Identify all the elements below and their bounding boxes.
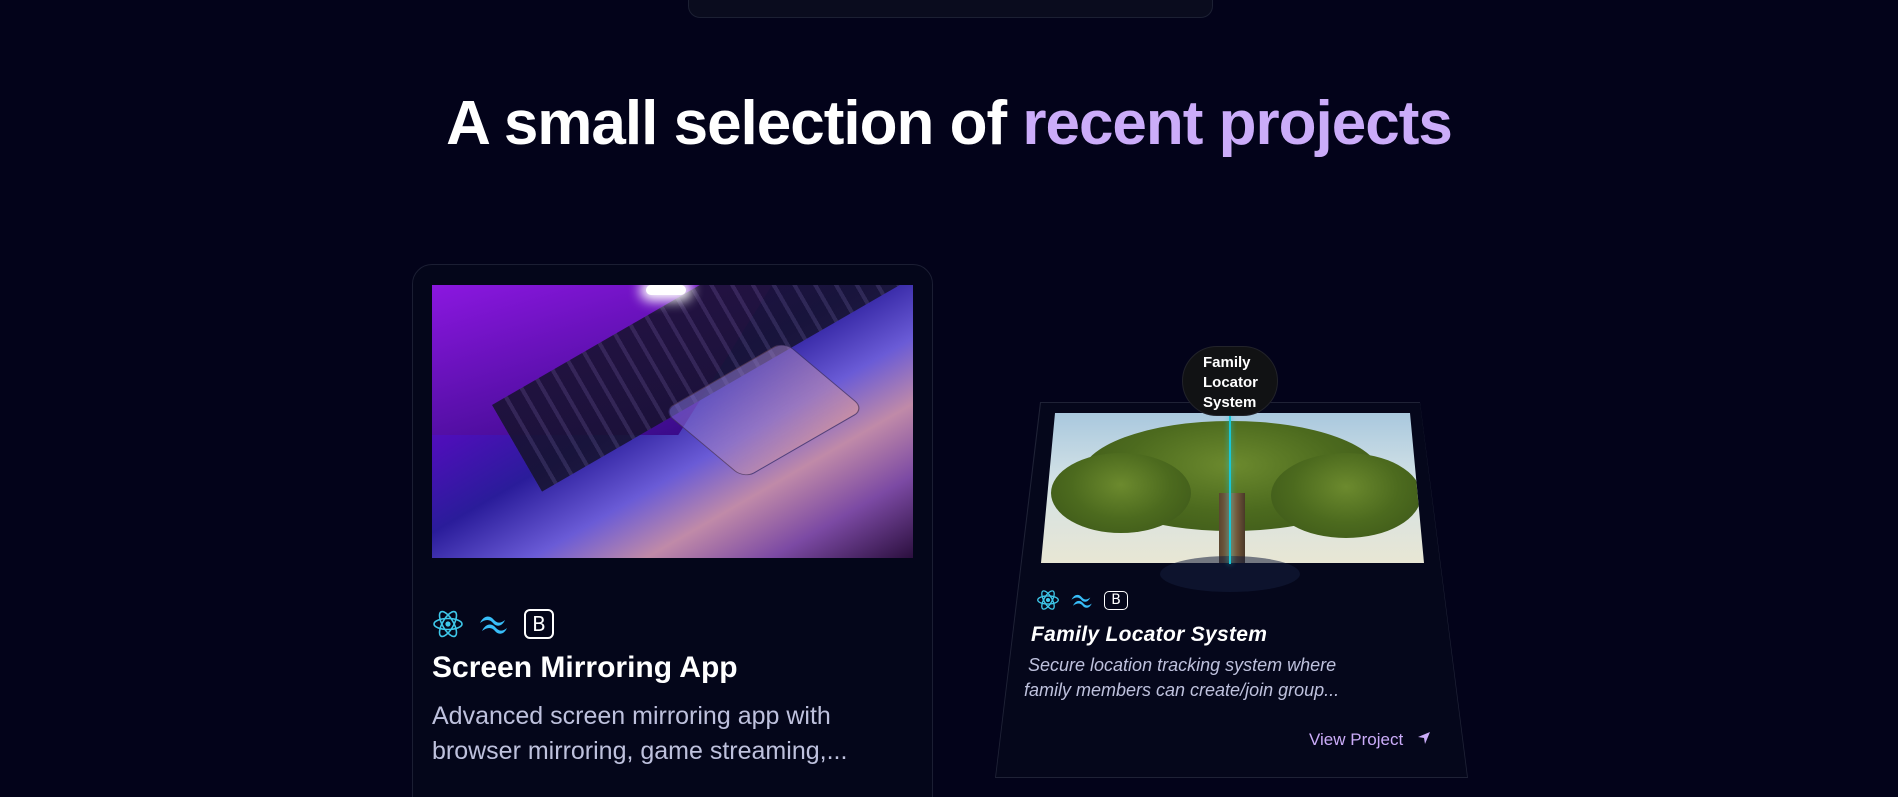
tree-trunk xyxy=(1219,493,1245,563)
project-title[interactable]: Family Locator System xyxy=(1031,623,1267,647)
project-tooltip: Family Locator System xyxy=(1182,346,1278,416)
tech-stack-icons: B xyxy=(1036,589,1128,611)
tree-crown-right xyxy=(1271,453,1421,538)
project-title[interactable]: Screen Mirroring App xyxy=(432,651,738,685)
description-line-1: Advanced screen mirroring app with xyxy=(432,702,831,730)
react-icon xyxy=(1036,589,1060,611)
tech-stack-icons: B xyxy=(432,609,554,639)
tailwind-icon xyxy=(478,614,510,634)
project-card-screen-mirroring[interactable]: B Screen Mirroring App Advanced screen m… xyxy=(412,264,933,797)
tailwind-icon xyxy=(1070,593,1094,608)
view-project-label: View Project xyxy=(1309,730,1404,749)
page: A small selection of recent projects B S… xyxy=(0,0,1898,797)
bootstrap-icon: B xyxy=(524,609,554,639)
project-image-tree xyxy=(1041,413,1424,563)
bootstrap-icon: B xyxy=(1104,590,1128,610)
description-line-1: Secure location tracking system where xyxy=(1028,655,1337,675)
tree-crown-left xyxy=(1051,453,1191,533)
project-image-laptop xyxy=(432,285,913,558)
project-description: Secure location tracking system where fa… xyxy=(1024,653,1434,703)
heading-accent: recent projects xyxy=(1022,89,1453,158)
description-line-2: family members can create/join group... xyxy=(1024,680,1340,700)
description-line-2: browser mirroring, game streaming,... xyxy=(432,737,848,765)
view-project-link[interactable]: View Project xyxy=(1309,730,1431,750)
tooltip-line-3: System xyxy=(1203,394,1257,411)
tooltip-line-2: Locator xyxy=(1203,374,1259,391)
pin-line xyxy=(1229,416,1231,564)
arrow-icon xyxy=(1417,730,1431,750)
top-nav-bar xyxy=(688,0,1213,18)
react-icon xyxy=(432,609,464,639)
section-heading: A small selection of recent projects xyxy=(0,88,1898,160)
heading-text: A small selection of xyxy=(446,89,1007,158)
project-description: Advanced screen mirroring app with brows… xyxy=(432,699,902,769)
tooltip-line-1: Family xyxy=(1203,354,1251,371)
light-glow xyxy=(646,285,686,295)
